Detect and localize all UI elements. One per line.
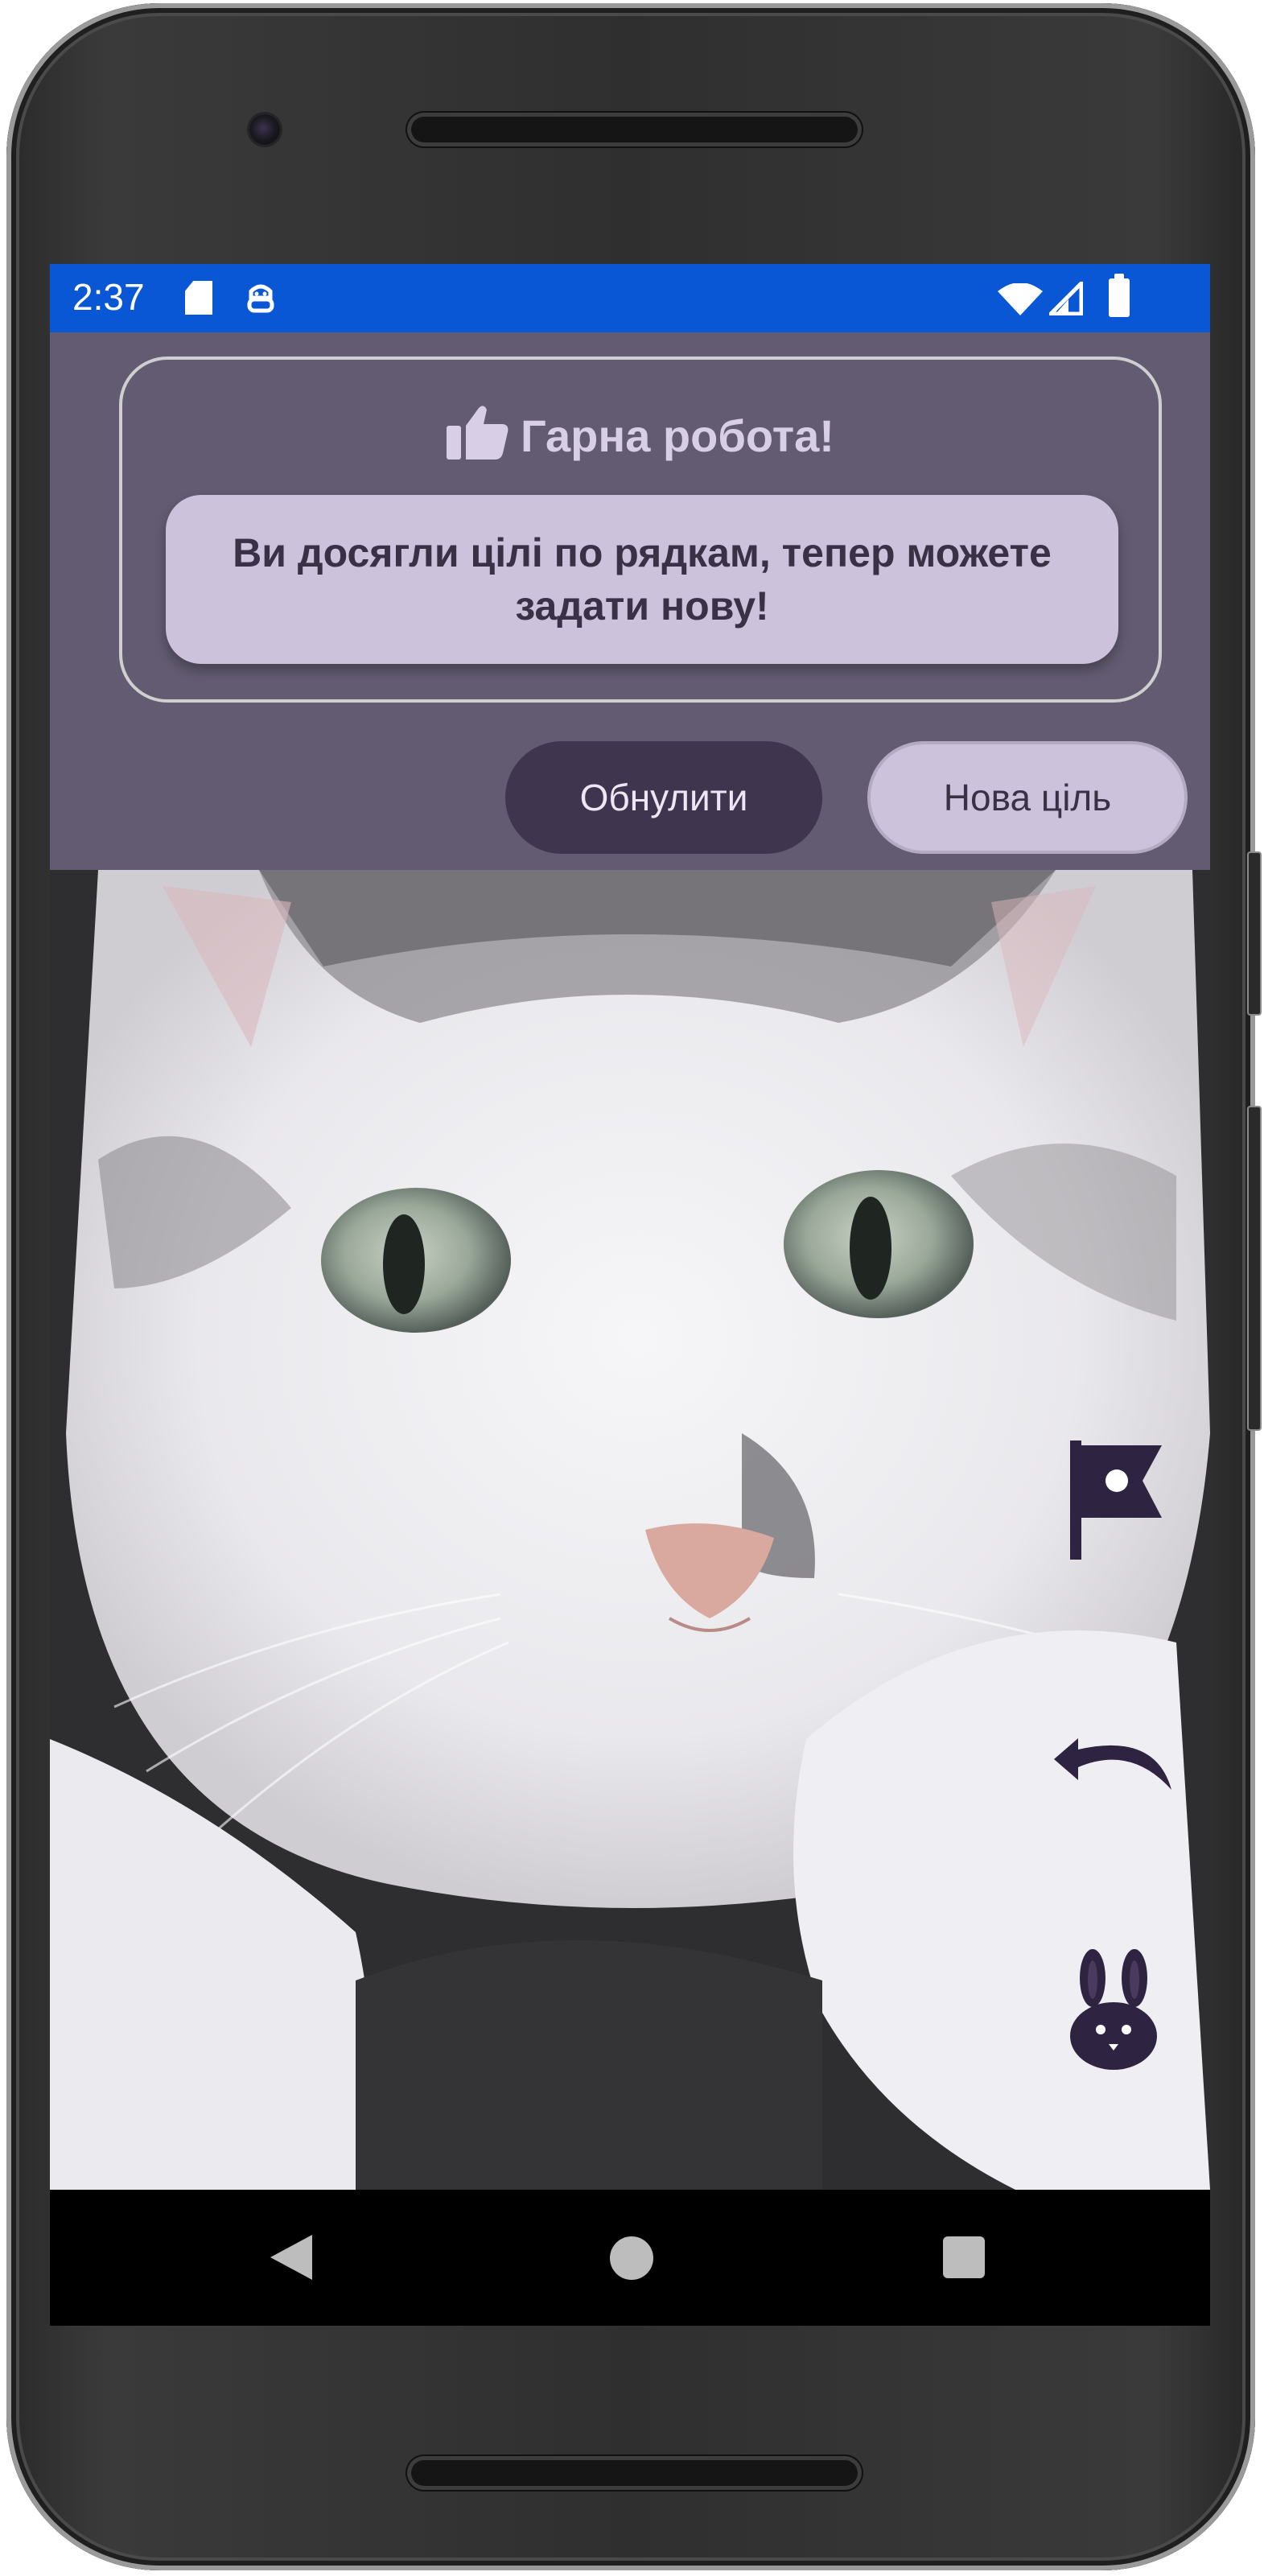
sd-card-icon	[185, 281, 212, 315]
cat-photo	[50, 870, 1210, 2190]
battery-icon	[1109, 274, 1130, 317]
recents-icon[interactable]	[943, 2236, 985, 2278]
dialog-card: Гарна робота! Ви досягли цілі по рядкам,…	[119, 357, 1162, 703]
dialog-message: Ви досягли цілі по рядкам, тепер можете …	[166, 495, 1118, 664]
dialog-title: Гарна робота!	[122, 403, 1159, 462]
dialog-title-text: Гарна робота!	[521, 410, 834, 461]
flag-icon[interactable]	[1065, 1440, 1168, 1560]
status-bar: 2:37	[50, 264, 1210, 332]
volume-button	[1247, 1106, 1262, 1431]
robot-icon	[247, 284, 274, 313]
navigation-bar	[50, 2190, 1210, 2326]
signal-icon	[1049, 282, 1083, 315]
thumbs-up-icon	[447, 406, 508, 460]
bottom-speaker	[407, 2456, 862, 2490]
back-icon[interactable]	[269, 2233, 314, 2281]
home-icon[interactable]	[610, 2236, 653, 2280]
new-goal-button[interactable]: Нова ціль	[867, 741, 1188, 854]
screen: 2:37 Гарна робота! Ви досягли цілі по ря…	[50, 264, 1210, 2326]
front-camera	[249, 114, 280, 145]
power-button	[1247, 851, 1262, 1016]
reset-button[interactable]: Обнулити	[505, 741, 822, 854]
goal-reached-dialog: Гарна робота! Ви досягли цілі по рядкам,…	[50, 332, 1210, 870]
rabbit-icon[interactable]	[1068, 1949, 1159, 2070]
top-speaker	[407, 113, 862, 146]
status-time: 2:37	[72, 276, 145, 318]
undo-icon[interactable]	[1051, 1721, 1180, 1793]
wifi-icon	[998, 283, 1043, 315]
